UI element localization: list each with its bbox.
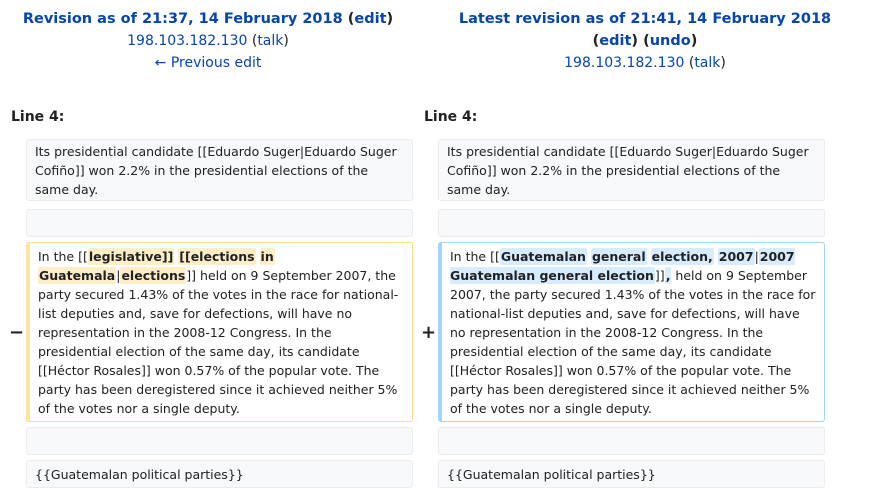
deleted-line: In the [[legislative]] [[elections in Gu…	[26, 242, 413, 422]
right-context-empty-2	[438, 427, 825, 455]
left-user-line: 198.103.182.130 (talk)	[127, 33, 289, 49]
left-context-bottom: {{Guatemalan political parties}}	[26, 460, 413, 488]
deleted-word: elections	[120, 267, 187, 284]
left-line-number: Line 4:	[11, 109, 65, 125]
left-user-link[interactable]: 198.103.182.130	[127, 33, 247, 49]
left-talk-link[interactable]: talk	[257, 33, 283, 49]
right-revision-link[interactable]: Latest revision as of 21:41, 14 February…	[459, 11, 831, 27]
plus-marker: +	[421, 322, 437, 343]
inserted-word: 2007	[717, 248, 755, 265]
right-revision-title: Latest revision as of 21:41, 14 February…	[416, 8, 874, 30]
right-user-link[interactable]: 198.103.182.130	[564, 55, 684, 71]
left-revision-title: Revision as of 21:37, 14 February 2018 (…	[22, 11, 394, 27]
inserted-word: election,	[650, 248, 714, 265]
deleted-word: [[elections	[178, 248, 256, 265]
previous-edit-link[interactable]: ← Previous edit	[155, 55, 262, 71]
deleted-word: in	[259, 248, 275, 265]
right-context-bottom: {{Guatemalan political parties}}	[438, 460, 825, 488]
right-revision-header: Latest revision as of 21:41, 14 February…	[416, 8, 874, 74]
right-user-line: 198.103.182.130 (talk)	[564, 55, 726, 71]
deleted-word: legislative]]	[87, 248, 175, 265]
right-actions-line: (edit) (undo)	[592, 33, 698, 49]
inserted-word: general	[590, 248, 647, 265]
deleted-word: Guatemala	[38, 267, 117, 284]
left-context-empty	[26, 209, 413, 237]
left-edit-link[interactable]: edit	[354, 11, 386, 27]
added-line: In the [[Guatemalan general election, 20…	[438, 242, 825, 422]
right-line-number: Line 4:	[424, 109, 478, 125]
undo-link[interactable]: undo	[650, 33, 691, 49]
left-revision-link[interactable]: Revision as of 21:37, 14 February 2018	[23, 11, 343, 27]
right-talk-link[interactable]: talk	[694, 55, 720, 71]
right-context-empty	[438, 209, 825, 237]
right-context-top: Its presidential candidate [[Eduardo Sug…	[438, 139, 825, 201]
previous-edit-line: ← Previous edit	[0, 52, 416, 74]
inserted-word: Guatemalan	[499, 248, 587, 265]
minus-marker: −	[9, 322, 25, 343]
left-revision-header: Revision as of 21:37, 14 February 2018 (…	[0, 8, 416, 74]
left-context-empty-2	[26, 427, 413, 455]
left-context-top: Its presidential candidate [[Eduardo Sug…	[26, 139, 413, 201]
right-edit-link[interactable]: edit	[599, 33, 631, 49]
